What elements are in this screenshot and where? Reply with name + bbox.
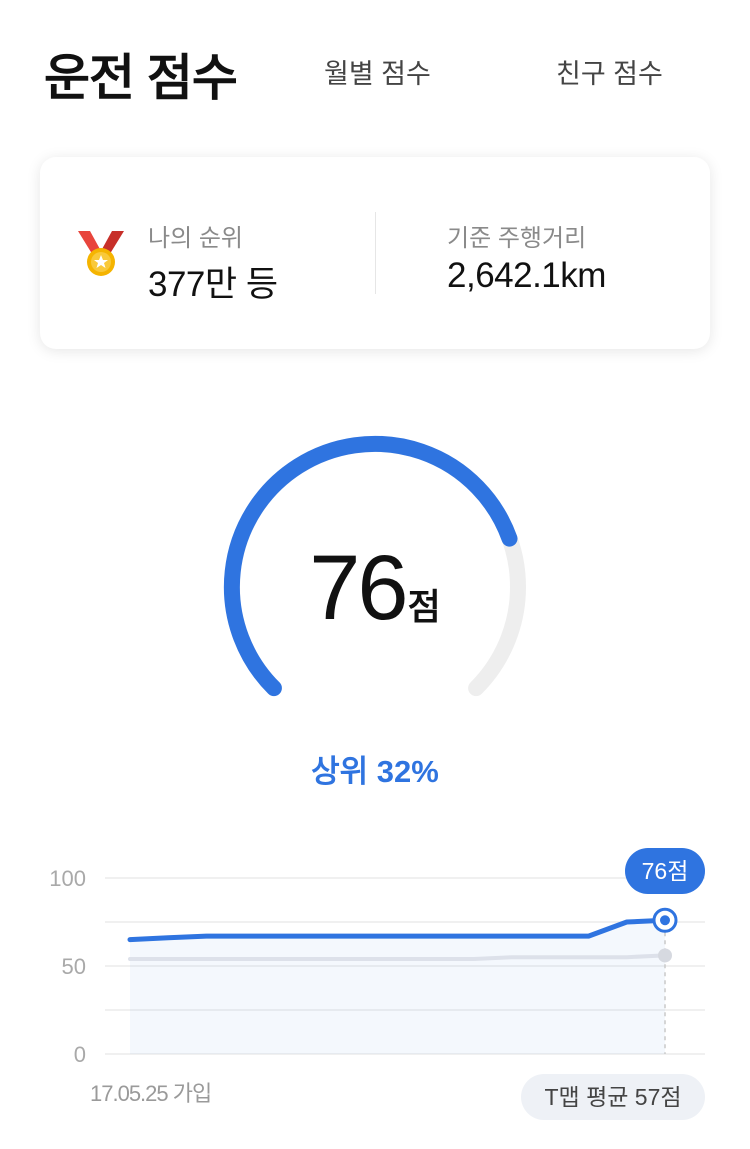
tab-friends-score[interactable]: 친구 점수: [556, 52, 663, 91]
y-tick-100: 100: [49, 866, 86, 891]
card-divider: [375, 212, 376, 294]
rank-label: 나의 순위: [148, 225, 243, 252]
distance-value: 2,642.1km: [447, 256, 606, 295]
rank-value: 377만 등: [148, 265, 278, 304]
series-score-line: [127, 917, 668, 943]
current-score-tooltip: 76점: [625, 848, 705, 894]
medal-icon: [78, 231, 124, 276]
y-tick-50: 50: [61, 954, 86, 979]
tab-bar: 운전 점수 월별 점수 친구 점수: [0, 0, 750, 140]
distance-label: 기준 주행거리: [447, 225, 587, 252]
join-date-label: 17.05.25 가입: [90, 1081, 212, 1106]
series-area: [130, 920, 665, 1054]
y-tick-0: 0: [73, 1042, 86, 1067]
percentile-text: 상위 32%: [311, 754, 439, 789]
current-point: [660, 915, 670, 926]
tab-monthly-score[interactable]: 월별 점수: [324, 52, 431, 91]
score-display: 76점: [0, 536, 750, 641]
average-score-badge: T맵 평균 57점: [521, 1074, 705, 1120]
average-point: [658, 948, 672, 963]
score-value: 76: [309, 537, 408, 639]
tab-driving-score[interactable]: 운전 점수: [44, 38, 238, 110]
score-unit: 점: [407, 586, 441, 627]
